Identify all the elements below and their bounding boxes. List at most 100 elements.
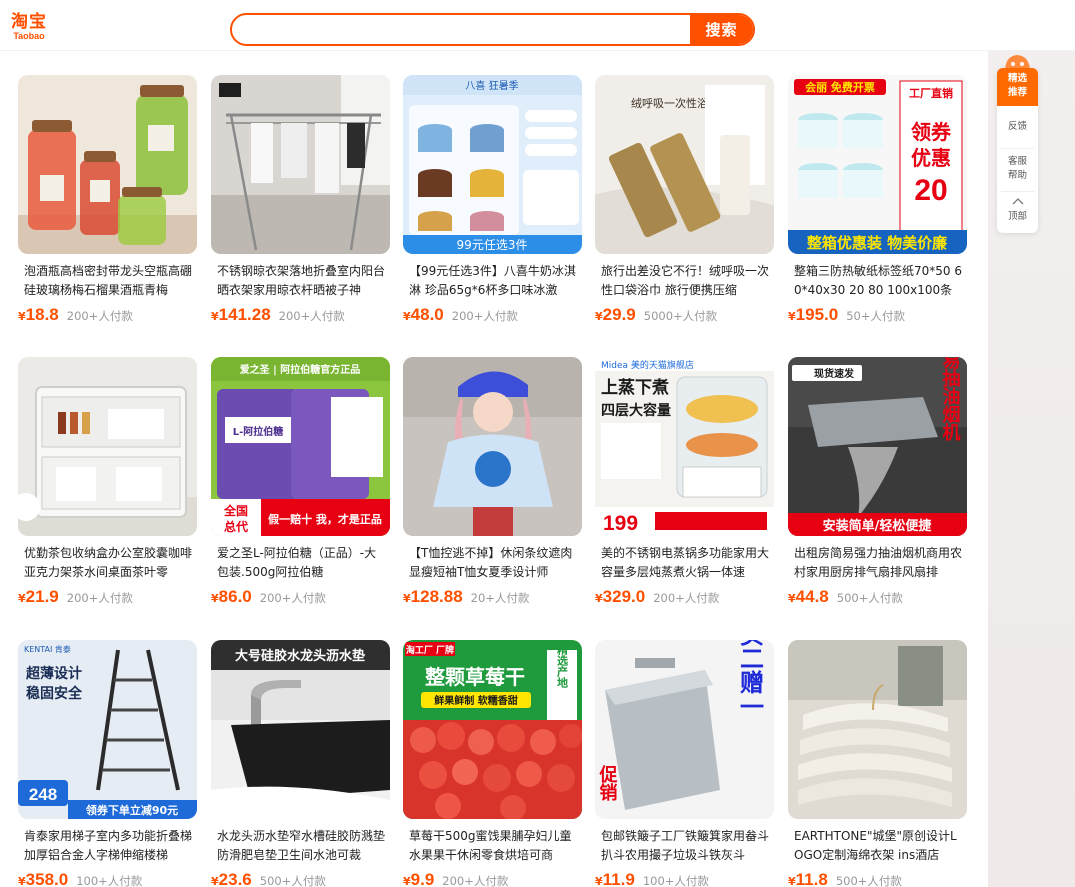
price-row: ¥141.28 200+人付款 xyxy=(211,305,390,327)
product-image[interactable] xyxy=(403,357,582,536)
currency-symbol: ¥ xyxy=(211,875,219,887)
product-title[interactable]: 美的不锈钢电蒸锅多功能家用大容量多层炖蒸煮火锅一体速 xyxy=(601,544,771,584)
product-price: 358.0 xyxy=(25,870,69,887)
product-title[interactable]: 不锈钢晾衣架落地折叠室内阳台晒衣架家用晾衣杆晒被子神 xyxy=(217,262,387,302)
product-card[interactable]: 会丽 免费开票 工厂直销 领券 优惠 20 整箱优惠装 物美价廉 整箱三防热敏纸… xyxy=(788,75,967,335)
product-title[interactable]: 整箱三防热敏纸标签纸70*50 60*40x30 20 80 100x100条 xyxy=(794,262,964,302)
product-image[interactable] xyxy=(211,75,390,254)
product-card[interactable]: 大号硅胶水龙头沥水垫 水龙头沥水垫窄水槽硅胶防溅垫防滑肥皂垫卫生间水池可裁 ¥2… xyxy=(211,640,390,887)
product-card[interactable]: 爱之圣 | 阿拉伯糖官方正品 L-阿拉伯糖 全国 总代 假一赔十 我，才是正品 … xyxy=(211,357,390,617)
logo-text-cn: 淘宝 xyxy=(11,12,47,32)
side-divider xyxy=(1001,148,1034,149)
currency-symbol: ¥ xyxy=(788,310,796,323)
product-image[interactable]: 大号硅胶水龙头沥水垫 xyxy=(211,640,390,819)
price-row: ¥23.6 500+人付款 xyxy=(211,870,390,887)
dried-strawberry-image: 淘工厂 厂牌 整颗草莓干 鲜果鲜制 软糯香甜 精选产地 xyxy=(403,640,582,819)
currency-symbol: ¥ xyxy=(595,592,603,605)
faucet-mat-image: 大号硅胶水龙头沥水垫 xyxy=(211,640,390,819)
ladder-coupon-text: 领券下单立减90元 xyxy=(85,803,178,817)
glass-jars-image xyxy=(18,75,197,254)
side-item-service[interactable]: 客服 帮助 xyxy=(997,155,1038,183)
price-row: ¥329.0 200+人付款 xyxy=(595,587,774,609)
product-image[interactable]: Midea 美的天猫旗舰店 上蒸下煮 四层大容量 199 xyxy=(595,357,774,536)
steamer-brand-text: Midea 美的天猫旗舰店 xyxy=(601,359,694,371)
berry-title-text: 整颗草莓干 xyxy=(424,665,525,689)
product-title[interactable]: 出租房简易强力抽油烟机商用农村家用厨房排气扇排风扇排 xyxy=(794,544,964,584)
price-row: ¥195.0 50+人付款 xyxy=(788,305,967,327)
product-card[interactable]: 绒呼吸一次性浴巾 旅行出差没它不行！绒呼吸一次性口袋浴巾 旅行便携压缩 ¥29.… xyxy=(595,75,774,335)
range-hood-image: 现货速发 简易抽油烟机 安装简单/轻松便捷 xyxy=(788,357,967,536)
label-rolls-image: 会丽 免费开票 工厂直销 领券 优惠 20 整箱优惠装 物美价廉 xyxy=(788,75,967,254)
product-card[interactable]: 【T恤控逃不掉】休闲条纹遮肉显瘦短袖T恤女夏季设计师 ¥128.88 20+人付款 xyxy=(403,357,582,617)
product-title[interactable]: 肯泰家用梯子室内多功能折叠梯加厚铝合金人字梯伸缩楼梯 xyxy=(24,827,194,867)
search-input[interactable] xyxy=(232,15,692,44)
currency-symbol: ¥ xyxy=(18,875,26,887)
product-image[interactable]: 爱之圣 | 阿拉伯糖官方正品 L-阿拉伯糖 全国 总代 假一赔十 我，才是正品 xyxy=(211,357,390,536)
product-image[interactable]: 淘工厂 厂牌 整颗草莓干 鲜果鲜制 软糯香甜 精选产地 xyxy=(403,640,582,819)
side-item-feedback[interactable]: 反馈 xyxy=(997,120,1038,134)
product-card[interactable]: 现货速发 简易抽油烟机 安装简单/轻松便捷 出租房简易强力抽油烟机商用农村家用厨… xyxy=(788,357,967,617)
product-title[interactable]: 旅行出差没它不行！绒呼吸一次性口袋浴巾 旅行便携压缩 xyxy=(601,262,771,302)
product-sales: 20+人付款 xyxy=(470,591,530,605)
chevron-up-icon xyxy=(1012,198,1023,205)
product-image[interactable]: 绒呼吸一次性浴巾 xyxy=(595,75,774,254)
labels-factory-text: 工厂直销 xyxy=(909,86,953,100)
product-card[interactable]: KENTAI 肯泰 超薄设计 稳固安全 248 领券下单立减90元 肯泰家用梯子… xyxy=(18,640,197,887)
product-card[interactable]: 优勤茶包收纳盒办公室胶囊咖啡亚克力架茶水间桌面茶叶零 ¥21.9 200+人付款 xyxy=(18,357,197,617)
product-image[interactable]: 买二赠一 促销 xyxy=(595,640,774,819)
product-price: 48.0 xyxy=(410,305,444,324)
side-item-top[interactable]: 顶部 xyxy=(997,196,1038,224)
product-image[interactable]: 现货速发 简易抽油烟机 安装简单/轻松便捷 xyxy=(788,357,967,536)
product-image[interactable]: 会丽 免费开票 工厂直销 领券 优惠 20 整箱优惠装 物美价廉 xyxy=(788,75,967,254)
side-item-recommend-line1: 精选 xyxy=(1007,73,1027,84)
product-title[interactable]: 泡酒瓶高档密封带龙头空瓶高硼硅玻璃杨梅石榴果酒瓶青梅 xyxy=(24,262,194,302)
sugar-tag-text-1: 全国 xyxy=(223,503,248,518)
price-row: ¥29.9 5000+人付款 xyxy=(595,305,774,327)
side-item-top-label: 顶部 xyxy=(1007,211,1027,222)
dustpan-image: 买二赠一 促销 xyxy=(595,640,774,819)
labels-big-text-1: 领券 xyxy=(911,120,952,144)
logo-text-en: Taobao xyxy=(13,31,45,41)
product-image[interactable] xyxy=(18,357,197,536)
product-image[interactable] xyxy=(18,75,197,254)
product-price: 195.0 xyxy=(795,305,839,324)
currency-symbol: ¥ xyxy=(788,875,796,887)
product-image[interactable]: 八喜 狂暑季 99元任选3件 xyxy=(403,75,582,254)
price-row: ¥11.9 100+人付款 xyxy=(595,870,774,887)
product-card[interactable]: 八喜 狂暑季 99元任选3件 【99元任选3件】八喜牛奶冰淇淋 珍品65g*6杯… xyxy=(403,75,582,335)
product-price: 23.6 xyxy=(218,870,252,887)
taobao-logo[interactable]: 淘宝 Taobao xyxy=(9,12,49,42)
product-price: 128.88 xyxy=(410,587,463,606)
product-sales: 200+人付款 xyxy=(66,591,133,605)
side-item-feedback-label: 反馈 xyxy=(1007,121,1027,132)
product-title[interactable]: 爱之圣L-阿拉伯糖（正品）-大包装.500g阿拉伯糖 xyxy=(217,544,387,584)
steamer-image: Midea 美的天猫旗舰店 上蒸下煮 四层大容量 199 xyxy=(595,357,774,536)
product-card[interactable]: 泡酒瓶高档密封带龙头空瓶高硼硅玻璃杨梅石榴果酒瓶青梅 ¥18.8 200+人付款 xyxy=(18,75,197,335)
side-item-recommend[interactable]: 精选 推荐 xyxy=(997,68,1038,106)
product-title[interactable]: 草莓干500g蜜饯果脯孕妇儿童水果果干休闲零食烘培可商 xyxy=(409,827,579,867)
product-card[interactable]: Midea 美的天猫旗舰店 上蒸下煮 四层大容量 199 美的不锈钢电蒸锅多功能… xyxy=(595,357,774,617)
product-card[interactable]: 买二赠一 促销 包邮铁簸子工厂铁簸箕家用畚斗扒斗农用撮子垃圾斗铁灰斗 ¥11.9… xyxy=(595,640,774,887)
tshirt-girl-image xyxy=(403,357,582,536)
product-title[interactable]: 【99元任选3件】八喜牛奶冰淇淋 珍品65g*6杯多口味冰激 xyxy=(409,262,579,302)
product-card[interactable]: 淘工厂 厂牌 整颗草莓干 鲜果鲜制 软糯香甜 精选产地 草莓干500g蜜饯果脯孕… xyxy=(403,640,582,887)
search-button[interactable]: 搜索 xyxy=(690,15,753,44)
product-title[interactable]: 【T恤控逃不掉】休闲条纹遮肉显瘦短袖T恤女夏季设计师 xyxy=(409,544,579,584)
product-card[interactable]: EARTHTONE"城堡"原创设计LOGO定制海绵衣架 ins酒店 ¥11.8 5… xyxy=(788,640,967,887)
ladder-title-text-1: 超薄设计 xyxy=(25,665,82,682)
product-title[interactable]: 包邮铁簸子工厂铁簸箕家用畚斗扒斗农用撮子垃圾斗铁灰斗 xyxy=(601,827,771,867)
product-image[interactable] xyxy=(788,640,967,819)
product-title[interactable]: 优勤茶包收纳盒办公室胶囊咖啡亚克力架茶水间桌面茶叶零 xyxy=(24,544,194,584)
ladder-image: KENTAI 肯泰 超薄设计 稳固安全 248 领券下单立减90元 xyxy=(18,640,197,819)
product-image[interactable]: KENTAI 肯泰 超薄设计 稳固安全 248 领券下单立减90元 xyxy=(18,640,197,819)
search-bar: 搜索 xyxy=(230,13,755,46)
side-toolbar: 精选 推荐 反馈 客服 帮助 顶部 xyxy=(997,55,1038,233)
product-title[interactable]: 水龙头沥水垫窄水槽硅胶防溅垫防滑肥皂垫卫生间水池可裁 xyxy=(217,827,387,867)
ice-cream-banner-text: 99元任选3件 xyxy=(457,238,528,252)
price-row: ¥21.9 200+人付款 xyxy=(18,587,197,609)
product-title[interactable]: EARTHTONE"城堡"原创设计LOGO定制海绵衣架 ins酒店 xyxy=(794,827,964,867)
product-card[interactable]: 不锈钢晾衣架落地折叠室内阳台晒衣架家用晾衣杆晒被子神 ¥141.28 200+人付… xyxy=(211,75,390,335)
dustpan-text-2: 促销 xyxy=(597,764,619,802)
side-item-recommend-line2: 推荐 xyxy=(1007,87,1027,98)
mat-title-text: 大号硅胶水龙头沥水垫 xyxy=(235,648,365,664)
